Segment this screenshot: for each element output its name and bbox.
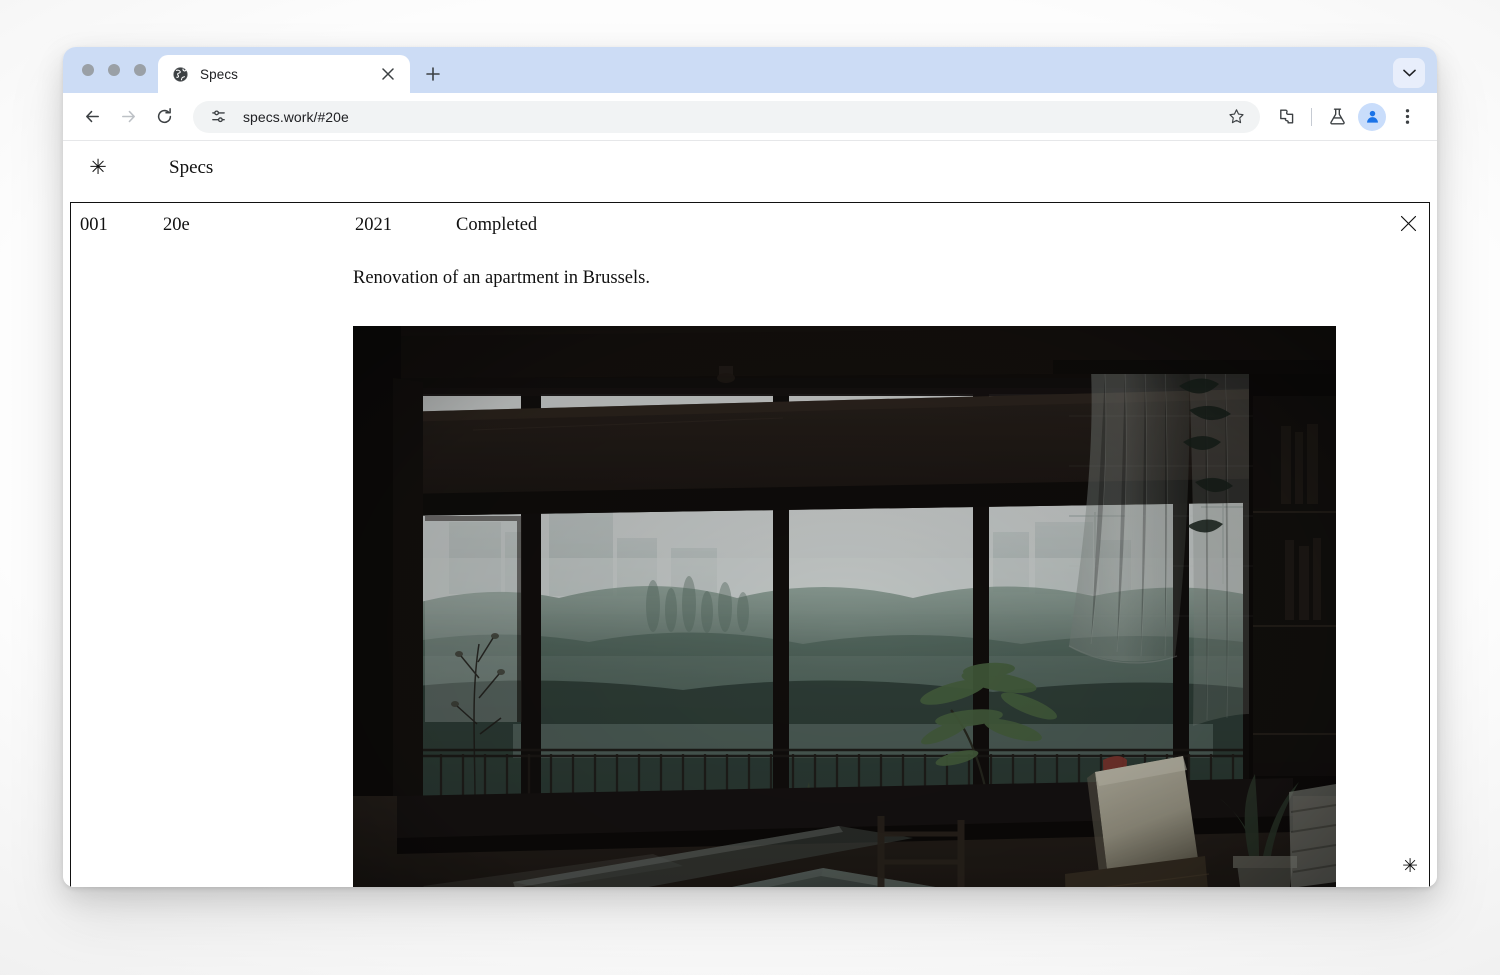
project-code: 20e: [163, 215, 190, 236]
browser-tab-specs[interactable]: Specs: [158, 55, 410, 93]
project-description: Renovation of an apartment in Brussels.: [353, 268, 650, 289]
site-title[interactable]: Specs: [169, 157, 213, 179]
forward-button[interactable]: [111, 100, 145, 134]
profile-avatar-icon[interactable]: [1358, 103, 1386, 131]
back-button[interactable]: [75, 100, 109, 134]
new-tab-button[interactable]: [418, 59, 448, 89]
project-status: Completed: [456, 215, 537, 236]
star-icon[interactable]: [1222, 103, 1250, 131]
three-dot-menu-icon[interactable]: [1391, 101, 1423, 133]
close-panel-icon[interactable]: [1395, 210, 1421, 236]
address-bar[interactable]: specs.work/#20e: [193, 101, 1260, 133]
url-text: specs.work/#20e: [243, 109, 1210, 125]
project-meta-row: 001 20e 2021 Completed: [71, 203, 1429, 241]
project-photo: Specs © 2025: [353, 326, 1336, 887]
window-maximize-button[interactable]: [134, 64, 146, 76]
globe-icon: [172, 66, 189, 83]
window-close-button[interactable]: [82, 64, 94, 76]
extensions-puzzle-icon[interactable]: [1270, 101, 1302, 133]
project-photo-illustration: [353, 326, 1336, 887]
flask-icon[interactable]: [1321, 101, 1353, 133]
browser-toolbar: specs.work/#20e: [63, 93, 1437, 141]
project-year: 2021: [355, 215, 392, 236]
tab-strip-right-controls: [1393, 58, 1425, 88]
window-minimize-button[interactable]: [108, 64, 120, 76]
tab-close-icon[interactable]: [378, 64, 398, 84]
tune-icon[interactable]: [205, 104, 231, 130]
site-header: ✳ Specs: [63, 141, 1437, 194]
page-viewport: ✳ Specs 001 20e 2021 Completed Renovatio…: [63, 141, 1437, 887]
tab-title: Specs: [200, 67, 367, 82]
toolbar-divider: [1311, 108, 1312, 126]
window-controls[interactable]: [76, 47, 158, 93]
browser-window: Specs: [63, 47, 1437, 887]
project-detail-panel: 001 20e 2021 Completed Renovation of an …: [70, 202, 1430, 887]
tab-search-chevron-down-icon[interactable]: [1393, 58, 1425, 88]
browser-tab-strip: Specs: [63, 47, 1437, 93]
corner-asterisk-icon[interactable]: ✳: [1402, 857, 1418, 876]
project-index: 001: [80, 215, 108, 236]
site-logo-asterisk-icon[interactable]: ✳: [77, 157, 119, 178]
reload-button[interactable]: [147, 100, 181, 134]
